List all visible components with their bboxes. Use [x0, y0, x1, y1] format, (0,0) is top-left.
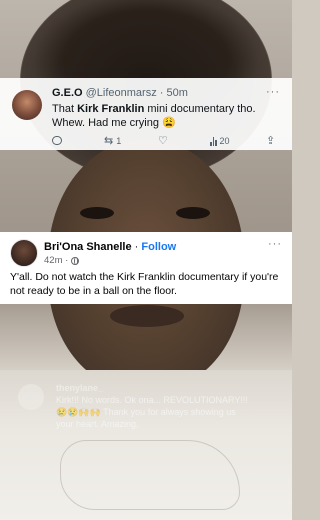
- like-button[interactable]: ♡: [158, 135, 168, 147]
- retweet-icon: ⇆: [104, 135, 114, 147]
- overlay-comment-line3: your heart. Amazing.: [56, 419, 139, 429]
- tweet-text-before: That: [52, 103, 78, 115]
- reply-button[interactable]: [52, 136, 62, 145]
- fb-separator: ·: [134, 241, 139, 253]
- photo-doodle: [60, 440, 240, 510]
- overlay-comment-line2: 😢😢🙌🙌 Thank you for always showing us: [56, 407, 236, 417]
- tweet-author-name[interactable]: G.E.O: [52, 87, 83, 99]
- tweet-text-bold: Kirk Franklin: [77, 103, 145, 115]
- photo-right-eye: [176, 207, 210, 219]
- fb-post-text: Y'all. Do not watch the Kirk Franklin do…: [10, 271, 279, 297]
- tweet-actions: ⇆ 1 ♡ 20 ⇪: [52, 136, 278, 148]
- tweet-avatar[interactable]: [12, 90, 42, 120]
- overlay-comment: thenylane_ Kirk!!! No words. Ok ona... R…: [56, 382, 292, 430]
- fb-follow-button[interactable]: Follow: [141, 241, 176, 253]
- views-icon: [210, 136, 217, 146]
- overlay-comment-username: thenylane_: [56, 383, 104, 393]
- fb-time[interactable]: 42m ·: [44, 255, 68, 266]
- fb-author-name[interactable]: Bri'Ona Shanelle: [44, 241, 132, 253]
- like-icon: ♡: [158, 135, 168, 147]
- tweet-time: · 50m: [159, 87, 188, 99]
- retweet-count: 1: [116, 136, 122, 146]
- tweet-more-button[interactable]: ···: [266, 86, 280, 98]
- tweet-card[interactable]: G.E.O @Lifeonmarsz · 50m ··· That Kirk F…: [0, 78, 292, 150]
- share-icon: ⇪: [266, 135, 276, 147]
- tweet-header: G.E.O @Lifeonmarsz · 50m: [52, 87, 282, 99]
- retweet-button[interactable]: ⇆ 1: [104, 135, 122, 147]
- fb-avatar[interactable]: [10, 239, 38, 267]
- tweet-author-handle[interactable]: @Lifeonmarsz: [86, 87, 157, 99]
- photo-mouth: [110, 305, 184, 327]
- views-button[interactable]: 20: [210, 136, 230, 146]
- tweet-text: That Kirk Franklin mini documentary tho.…: [52, 102, 278, 130]
- fb-name-line: Bri'Ona Shanelle · Follow: [44, 241, 176, 253]
- fb-more-button[interactable]: ···: [268, 238, 282, 250]
- photo-left-eye: [80, 207, 114, 219]
- overlay-comment-avatar: [18, 384, 44, 410]
- facebook-post-card[interactable]: Bri'Ona Shanelle · Follow 42m · ··· Y'al…: [0, 232, 292, 304]
- reply-icon: [52, 136, 62, 145]
- views-count: 20: [219, 136, 230, 146]
- globe-icon: [71, 256, 80, 265]
- share-button[interactable]: ⇪: [266, 135, 276, 147]
- fb-meta: 42m ·: [44, 255, 80, 266]
- overlay-comment-line1: Kirk!!! No words. Ok ona... REVOLUTIONAR…: [56, 395, 248, 405]
